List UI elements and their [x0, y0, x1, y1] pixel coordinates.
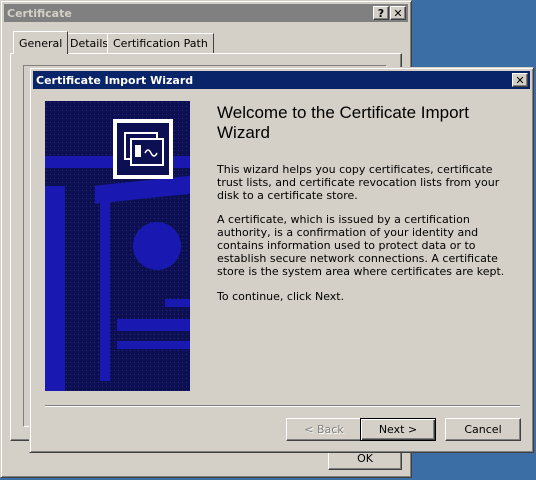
tab-certification-path[interactable]: Certification Path — [107, 33, 214, 53]
certificate-title: Certificate — [7, 6, 72, 20]
wizard-separator — [45, 405, 520, 407]
help-icon: ? — [377, 6, 385, 20]
tab-certification-path-label: Certification Path — [113, 37, 208, 50]
wizard-continue-text: To continue, click Next. — [217, 290, 345, 303]
wizard-close-button[interactable]: ✕ — [512, 73, 528, 87]
certificate-icon — [113, 119, 173, 179]
back-button-label: < Back — [304, 423, 344, 436]
next-button[interactable]: Next > — [360, 418, 436, 441]
close-button[interactable]: ✕ — [390, 6, 406, 20]
back-button[interactable]: < Back — [286, 418, 362, 441]
tab-details-label: Details — [70, 37, 109, 50]
cancel-button-label: Cancel — [464, 423, 502, 436]
close-icon: ✕ — [515, 73, 525, 87]
tab-general[interactable]: General — [13, 31, 69, 54]
ok-button-label: OK — [357, 452, 373, 465]
close-icon: ✕ — [393, 6, 403, 20]
wizard-titlebar[interactable]: Certificate Import Wizard ✕ — [33, 71, 530, 89]
wizard-banner — [45, 101, 190, 391]
wizard-title: Certificate Import Wizard — [36, 73, 194, 87]
banner-artwork — [45, 101, 190, 391]
tab-general-label: General — [19, 36, 63, 50]
wizard-heading: Welcome to the Certificate Import Wizard — [217, 103, 469, 142]
next-button-label: Next > — [378, 423, 418, 436]
cancel-button[interactable]: Cancel — [445, 418, 521, 441]
help-button[interactable]: ? — [373, 6, 389, 20]
wizard-description-text: A certificate, which is issued by a cert… — [217, 213, 505, 278]
wizard-intro-text: This wizard helps you copy certificates,… — [217, 163, 500, 202]
certificate-titlebar[interactable]: Certificate ? ✕ — [4, 4, 408, 22]
